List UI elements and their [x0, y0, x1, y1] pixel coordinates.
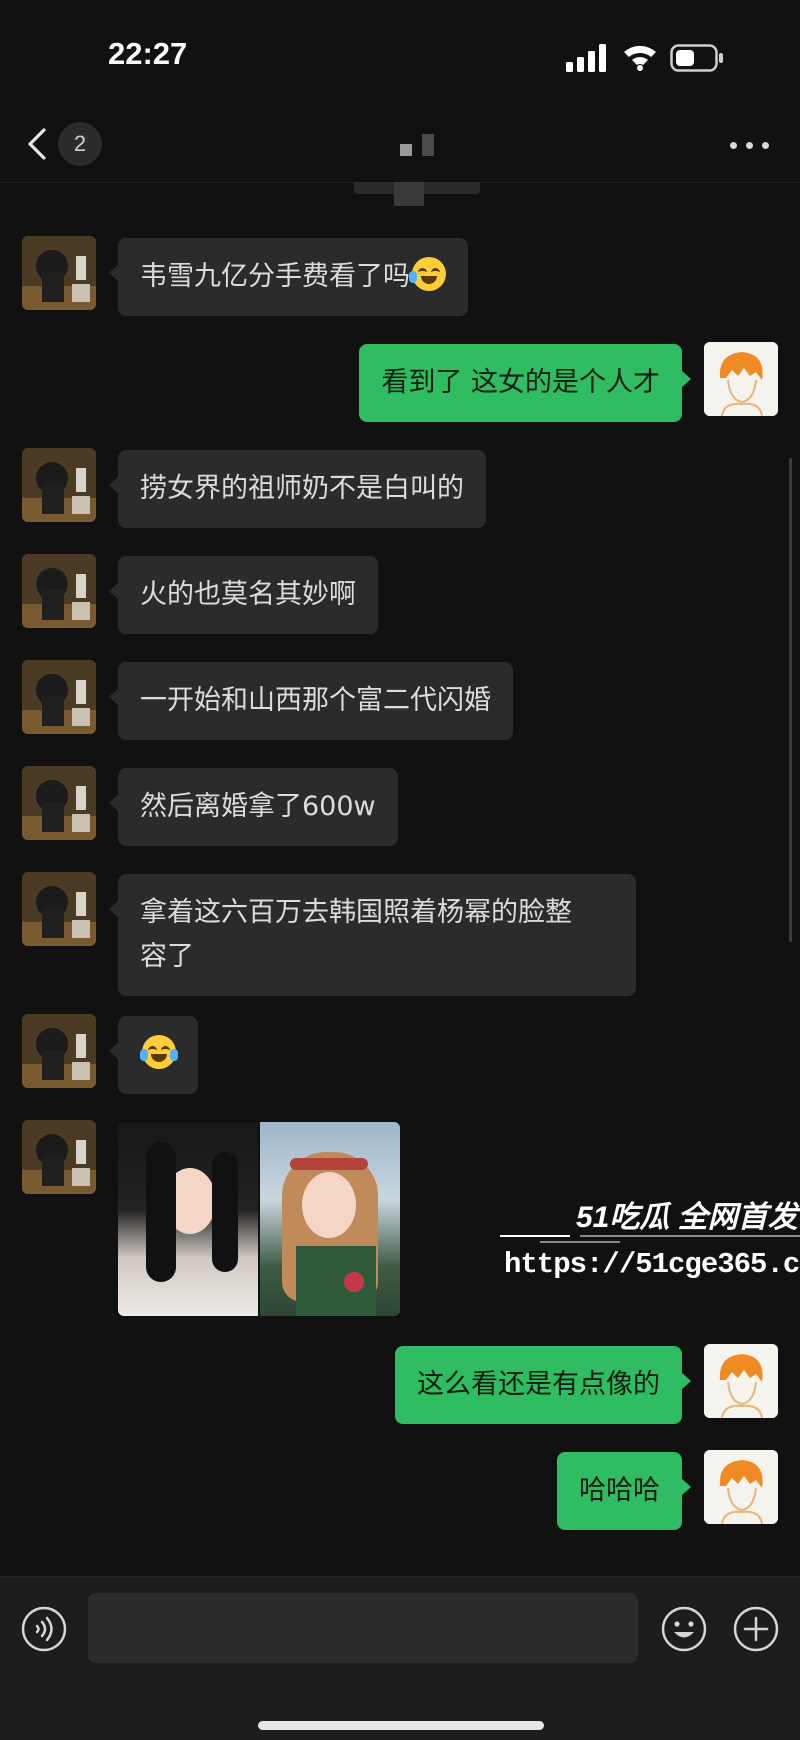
message-input-bar [0, 1576, 800, 1740]
more-options-icon[interactable] [728, 138, 772, 152]
incoming-message-bubble[interactable]: 拿着这六百万去韩国照着杨幂的脸整 容了 [109, 874, 636, 996]
cellular-signal-icon [566, 44, 606, 72]
contact-avatar[interactable] [22, 236, 96, 310]
contact-avatar[interactable] [22, 660, 96, 734]
unread-count-badge[interactable]: 2 [58, 122, 102, 166]
incoming-emoji-bubble[interactable] [109, 1016, 198, 1094]
photo-right [260, 1122, 400, 1316]
status-time: 22:27 [108, 36, 188, 71]
message-text: 韦雪九亿分手费看了吗 [140, 261, 410, 292]
contact-avatar[interactable] [22, 1120, 96, 1194]
message-text: 一开始和山西那个富二代闪婚 [140, 685, 491, 716]
my-avatar[interactable] [704, 1450, 778, 1524]
more-actions-plus-icon[interactable] [732, 1605, 780, 1653]
watermark-lines [500, 1235, 800, 1243]
contact-avatar[interactable] [22, 554, 96, 628]
pinned-message-sliver[interactable] [354, 182, 480, 206]
incoming-message-bubble[interactable]: 捞女界的祖师奶不是白叫的 [109, 450, 486, 528]
message-input[interactable] [88, 1593, 638, 1663]
watermark-brand: 51吃瓜 全网首发 [576, 1201, 798, 1234]
incoming-message-bubble[interactable]: 然后离婚拿了600w [109, 768, 398, 846]
outgoing-message-bubble[interactable]: 看到了 这女的是个人才 [359, 344, 691, 422]
photo-left [118, 1122, 258, 1316]
message-text: 拿着这六百万去韩国照着杨幂的脸整 容了 [140, 897, 572, 972]
my-avatar[interactable] [704, 1344, 778, 1418]
contact-avatar[interactable] [22, 448, 96, 522]
incoming-message-bubble[interactable]: 火的也莫名其妙啊 [109, 556, 378, 634]
watermark: 51吃瓜 全网首发 https://51cge365.com [500, 1192, 800, 1292]
contact-avatar[interactable] [22, 1014, 96, 1088]
wifi-icon [624, 45, 656, 71]
message-text: 这么看还是有点像的 [417, 1369, 660, 1400]
message-text: 捞女界的祖师奶不是白叫的 [140, 473, 464, 504]
back-chevron-icon[interactable] [24, 126, 50, 162]
status-bar: 22:27 [0, 0, 800, 110]
home-indicator[interactable] [258, 1721, 544, 1730]
emoji-picker-icon[interactable] [660, 1605, 708, 1653]
crying-laughing-emoji-icon [409, 257, 446, 291]
message-text: 然后离婚拿了600w [140, 791, 376, 822]
contact-avatar[interactable] [22, 766, 96, 840]
chat-title-redacted [398, 132, 438, 160]
outgoing-message-bubble[interactable]: 哈哈哈 [557, 1452, 691, 1530]
tears-of-joy-emoji-icon [140, 1035, 178, 1069]
message-text: 火的也莫名其妙啊 [140, 579, 356, 610]
incoming-message-bubble[interactable]: 一开始和山西那个富二代闪婚 [109, 662, 513, 740]
voice-input-icon[interactable] [20, 1605, 68, 1653]
chat-header: 2 [0, 110, 800, 183]
image-message[interactable] [118, 1122, 400, 1316]
watermark-url: https://51cge365.com [504, 1248, 800, 1281]
outgoing-message-bubble[interactable]: 这么看还是有点像的 [395, 1346, 691, 1424]
message-text: 哈哈哈 [579, 1475, 660, 1506]
incoming-message-bubble[interactable]: 韦雪九亿分手费看了吗 [109, 238, 468, 316]
contact-avatar[interactable] [22, 872, 96, 946]
scrollbar[interactable] [789, 458, 792, 942]
message-text: 看到了 这女的是个人才 [381, 367, 660, 398]
my-avatar[interactable] [704, 342, 778, 416]
battery-icon [670, 44, 723, 72]
